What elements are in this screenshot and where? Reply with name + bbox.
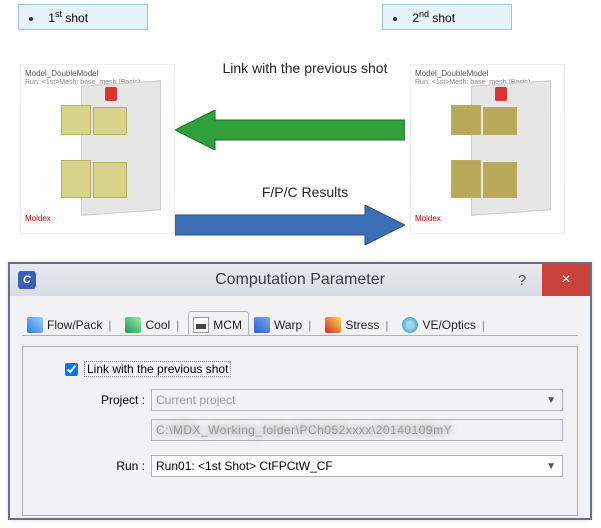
tab-label: Cool	[145, 318, 170, 332]
tab-cool[interactable]: Cool|	[120, 311, 188, 335]
link-previous-shot-row: Link with the previous shot	[37, 361, 563, 377]
first-shot-label: 1st shot	[18, 4, 148, 30]
project-dropdown[interactable]: Current project ▼	[151, 389, 563, 411]
project-row: Project : Current project ▼	[37, 389, 563, 411]
run-dropdown[interactable]: Run01: <1st Shot> CtFPCtW_CF ▼	[151, 455, 563, 477]
model-title: Model_DoubleModel	[415, 69, 488, 78]
titlebar: C Computation Parameter ? ×	[10, 264, 590, 296]
tab-label: MCM	[213, 318, 242, 332]
cool-icon	[125, 317, 141, 333]
bullet-icon	[393, 17, 397, 21]
first-shot-model-preview: Model_DoubleModel Run: <1st>Mesh: base_m…	[20, 64, 175, 234]
tab-flow-pack[interactable]: Flow/Pack|	[22, 311, 120, 335]
model-block-icon	[93, 162, 127, 198]
model-title: Model_DoubleModel	[25, 69, 98, 78]
blue-arrow-right-icon	[175, 205, 405, 245]
fpc-arrow-label: F/P/C Results	[215, 184, 395, 200]
project-value: Current project	[156, 393, 235, 407]
run-row: Run : Run01: <1st Shot> CtFPCtW_CF ▼	[37, 455, 563, 477]
tab-label: Flow/Pack	[47, 318, 102, 332]
second-shot-label: 2nd shot	[382, 4, 512, 30]
computation-parameter-dialog: C Computation Parameter ? × Flow/Pack| C…	[8, 262, 592, 520]
second-shot-model-preview: Model_DoubleModel Run: <1st>Mesh: base_m…	[410, 64, 565, 234]
link-arrow-label: Link with the previous shot	[215, 60, 395, 76]
first-shot-text: 1st shot	[48, 11, 88, 25]
run-value: Run01: <1st Shot> CtFPCtW_CF	[156, 459, 333, 473]
mcm-icon	[193, 317, 209, 333]
stress-icon	[325, 317, 341, 333]
chevron-down-icon: ▼	[544, 461, 558, 472]
project-path-field: C:\MDX_Working_folder\PCh052xxxx\2014010…	[151, 419, 563, 441]
flow-icon	[27, 317, 43, 333]
chevron-down-icon: ▼	[544, 395, 558, 406]
bullet-icon	[29, 17, 33, 21]
project-path-row: C:\MDX_Working_folder\PCh052xxxx\2014010…	[37, 419, 563, 441]
tab-stress[interactable]: Stress|	[320, 311, 397, 335]
window-controls: ? ×	[502, 264, 590, 296]
model-block-icon	[451, 105, 481, 135]
diagram-area: Model_DoubleModel Run: <1st>Mesh: base_m…	[0, 40, 601, 255]
tab-label: Stress	[345, 318, 379, 332]
tab-ve-optics[interactable]: VE/Optics|	[397, 311, 493, 335]
model-block-icon	[61, 160, 91, 198]
tab-warp[interactable]: Warp|	[249, 311, 320, 335]
model-gate-icon	[495, 87, 507, 101]
model-gate-icon	[105, 87, 117, 101]
help-button[interactable]: ?	[502, 264, 542, 296]
green-arrow-left-icon	[175, 110, 405, 150]
model-block-icon	[93, 107, 127, 135]
warp-icon	[254, 317, 270, 333]
model-block-icon	[483, 162, 517, 198]
mcm-panel: Link with the previous shot Project : Cu…	[22, 346, 578, 516]
model-brand: Moldex	[415, 214, 441, 223]
link-previous-shot-checkbox[interactable]	[65, 363, 78, 376]
model-block-icon	[61, 105, 91, 135]
project-label: Project :	[85, 393, 145, 407]
second-shot-text: 2nd shot	[412, 11, 455, 25]
ve-optics-icon	[402, 317, 418, 333]
close-button[interactable]: ×	[542, 264, 590, 296]
model-block-icon	[451, 160, 481, 198]
tab-label: Warp	[274, 318, 302, 332]
tab-mcm[interactable]: MCM	[188, 311, 249, 335]
link-previous-shot-label[interactable]: Link with the previous shot	[84, 361, 231, 377]
project-path-value: C:\MDX_Working_folder\PCh052xxxx\2014010…	[156, 423, 452, 437]
tab-strip: Flow/Pack| Cool| MCM Warp| Stress| VE/Op…	[22, 310, 578, 336]
run-label: Run :	[85, 459, 145, 473]
model-brand: Moldex	[25, 214, 51, 223]
model-block-icon	[483, 107, 517, 135]
tab-label: VE/Optics	[422, 318, 475, 332]
